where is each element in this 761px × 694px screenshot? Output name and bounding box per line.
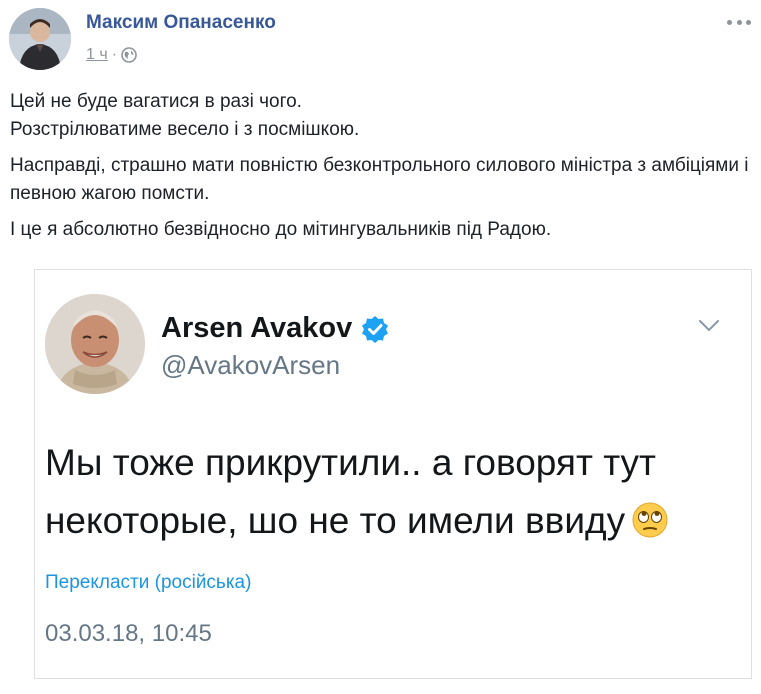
post-paragraph: Насправді, страшно мати повністю безконт… <box>10 155 749 204</box>
post-text: Цей не буде вагатися в разі чого. Розстр… <box>10 88 750 252</box>
tweet-author-name: Arsen Avakov <box>161 312 390 345</box>
meta-separator: · <box>111 46 118 63</box>
tweet-screenshot[interactable]: Arsen Avakov @AvakovArsen Мы тоже прикру… <box>34 269 752 679</box>
eye-roll-emoji <box>631 498 669 538</box>
author-name[interactable]: Максим Опанасенко <box>86 12 276 34</box>
translate-link[interactable]: Перекласти (російська) <box>45 572 251 594</box>
post-meta: 1 ч · <box>86 46 137 64</box>
tweet-avatar <box>45 294 145 394</box>
verified-badge-icon <box>360 314 390 344</box>
globe-icon <box>121 47 137 63</box>
tweet-date: 03.03.18, 10:45 <box>45 620 212 647</box>
chevron-down-icon[interactable] <box>697 318 721 334</box>
author-avatar[interactable] <box>9 8 71 70</box>
post-paragraph: Цей не буде вагатися в разі чого. Розстр… <box>10 91 360 140</box>
post-timestamp[interactable]: 1 ч <box>86 46 108 64</box>
more-options-icon[interactable] <box>727 14 751 30</box>
post-paragraph: І це я абсолютно безвідносно до мітингув… <box>10 219 552 240</box>
tweet-body: Мы тоже прикрутили.. а говорят тут некот… <box>45 434 735 550</box>
facebook-post: Максим Опанасенко 1 ч · Цей не буде вага… <box>0 0 761 694</box>
tweet-handle: @AvakovArsen <box>161 350 341 380</box>
